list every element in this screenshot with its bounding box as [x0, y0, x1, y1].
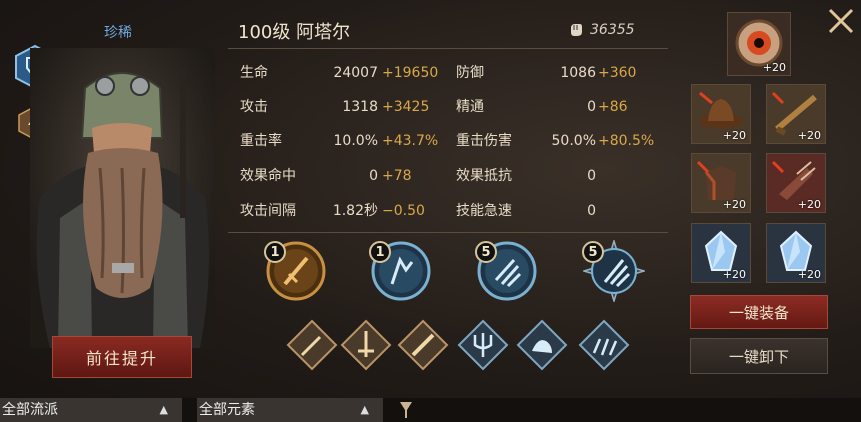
stat-row: 技能急速 0: [456, 200, 656, 222]
stat-row: 重击伤害 50.0% +80.5%: [456, 130, 666, 152]
rarity-label: 珍稀: [104, 25, 132, 41]
stat-row: 攻击 1318 +3425: [240, 96, 440, 118]
school-filter-label: 全部流派: [2, 402, 58, 418]
hero-portrait: [30, 48, 215, 348]
skill-slot[interactable]: 1: [264, 240, 327, 302]
stat-label: 效果命中: [240, 168, 296, 184]
stat-value: 0: [587, 168, 596, 184]
hero-level-name: 100级 阿塔尔: [238, 22, 351, 43]
stat-label: 攻击间隔: [240, 203, 296, 219]
equip-level: +20: [722, 268, 746, 281]
equip-all-button[interactable]: 一键装备: [690, 295, 828, 329]
equip-slot[interactable]: +20: [691, 223, 751, 283]
beast-rune-icon: [516, 319, 568, 371]
equip-level: +20: [797, 268, 821, 281]
power-value: 36355: [590, 22, 635, 38]
stat-value: 50.0%: [551, 133, 596, 149]
stat-bonus: +360: [598, 65, 637, 81]
goto-upgrade-button[interactable]: 前往提升: [52, 336, 192, 378]
stat-row: 效果命中 0 +78: [240, 165, 440, 187]
skill-level-badge: 5: [582, 241, 604, 263]
stat-label: 技能急速: [456, 203, 512, 219]
close-icon[interactable]: [824, 4, 858, 38]
stat-row: 重击率 10.0% +43.7%: [240, 130, 450, 152]
rune-slot[interactable]: [516, 319, 568, 371]
stat-value: 1318: [342, 99, 378, 115]
blade-rune-icon: [397, 319, 449, 371]
rune-slot[interactable]: [340, 319, 392, 371]
element-filter-dropdown[interactable]: 全部元素 ▲: [197, 398, 383, 422]
dagger-rune-icon: [286, 319, 338, 371]
stat-label: 防御: [456, 65, 484, 81]
stat-value: 0: [587, 99, 596, 115]
stat-value: 0: [587, 203, 596, 219]
equip-slot[interactable]: +20: [766, 84, 826, 144]
stat-row: 效果抵抗 0: [456, 165, 656, 187]
stat-value: 1086: [560, 65, 596, 81]
stat-value: 10.0%: [333, 133, 378, 149]
stat-row: 精通 0 +86: [456, 96, 656, 118]
trident-rune-icon: [457, 319, 509, 371]
equip-slot[interactable]: +20: [727, 12, 791, 76]
stat-bonus: +78: [382, 168, 412, 184]
stat-row: 攻击间隔 1.82秒 −0.50: [240, 200, 440, 222]
fist-power-icon: [571, 24, 582, 36]
stat-label: 生命: [240, 65, 268, 81]
skill-slot[interactable]: 1: [369, 240, 432, 302]
skill-level-badge: 1: [369, 241, 391, 263]
stat-row: 生命 24007 +19650: [240, 62, 440, 84]
stat-bonus: −0.50: [382, 203, 425, 219]
stat-label: 重击率: [240, 133, 282, 149]
element-filter-label: 全部元素: [199, 402, 255, 418]
stats-divider: [228, 232, 668, 233]
stat-bonus: +43.7%: [382, 133, 439, 149]
equip-level: +20: [722, 198, 746, 211]
skill-slot[interactable]: 5: [581, 238, 647, 304]
stat-value: 24007: [333, 65, 378, 81]
stat-label: 精通: [456, 99, 484, 115]
stat-bonus: +86: [598, 99, 628, 115]
equip-level: +20: [722, 129, 746, 142]
filter-icon[interactable]: [398, 400, 414, 420]
skill-level-badge: 5: [475, 241, 497, 263]
equip-slot[interactable]: +20: [691, 153, 751, 213]
equip-level: +20: [762, 61, 786, 74]
rune-slot[interactable]: [578, 319, 630, 371]
chevron-up-icon: ▲: [159, 403, 168, 416]
rune-slot[interactable]: [457, 319, 509, 371]
stat-label: 重击伤害: [456, 133, 512, 149]
stat-bonus: +80.5%: [598, 133, 655, 149]
stat-value: 0: [369, 168, 378, 184]
unequip-all-button[interactable]: 一键卸下: [690, 338, 828, 374]
school-filter-dropdown[interactable]: 全部流派 ▲: [0, 398, 182, 422]
sword-rune-icon: [340, 319, 392, 371]
rune-slot[interactable]: [286, 319, 338, 371]
stat-bonus: +19650: [382, 65, 439, 81]
triple-rune-icon: [578, 319, 630, 371]
stat-value: 1.82秒: [332, 203, 378, 219]
stat-row: 防御 1086 +360: [456, 62, 656, 84]
skill-slot[interactable]: 5: [475, 240, 538, 302]
equip-slot[interactable]: +20: [766, 223, 826, 283]
stat-bonus: +3425: [382, 99, 430, 115]
stat-label: 效果抵抗: [456, 168, 512, 184]
hero-panel: 珍稀 前往提升: [0, 0, 215, 398]
equip-slot[interactable]: +20: [691, 84, 751, 144]
chevron-up-icon: ▲: [360, 403, 369, 416]
equip-level: +20: [797, 129, 821, 142]
equip-level: +20: [797, 198, 821, 211]
equip-slot[interactable]: +20: [766, 153, 826, 213]
header-divider: [228, 48, 668, 49]
rune-slot[interactable]: [397, 319, 449, 371]
stat-label: 攻击: [240, 99, 268, 115]
skill-level-badge: 1: [264, 241, 286, 263]
power-display: 36355: [568, 22, 635, 38]
